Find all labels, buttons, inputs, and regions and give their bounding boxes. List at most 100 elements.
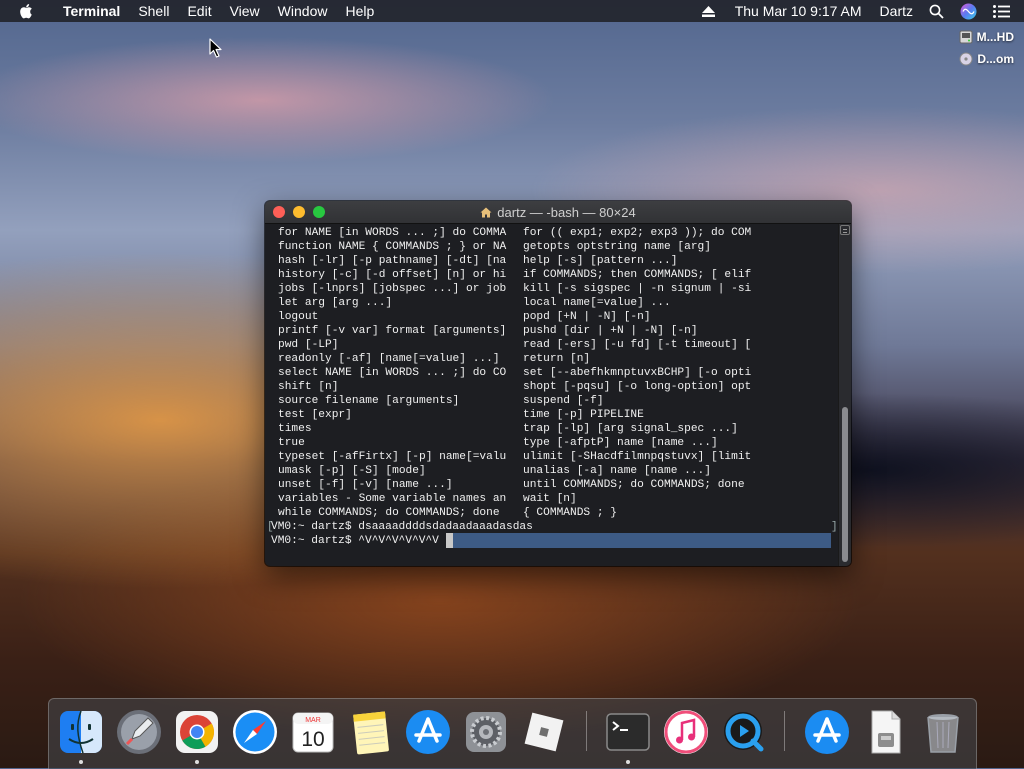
desktop-icon-label: M...HD [976, 30, 1014, 44]
dock-app-store[interactable] [404, 708, 452, 756]
menu-view[interactable]: View [221, 0, 269, 22]
home-icon [480, 207, 492, 217]
desktop-icon-disk-image[interactable]: D...om [959, 52, 1014, 66]
menu-window[interactable]: Window [269, 0, 337, 22]
terminal-line-left: pwd [-LP] [278, 339, 339, 351]
terminal-icon [606, 713, 650, 751]
menu-app-terminal[interactable]: Terminal [54, 0, 129, 22]
search-icon[interactable] [921, 4, 952, 19]
terminal-line-left: logout [278, 311, 319, 323]
terminal-line-right: unalias [-a] name [name ...] [523, 465, 711, 477]
terminal-line-right: popd [+N | -N] [-n] [523, 311, 651, 323]
terminal-line: for NAME [in WORDS ... ;] do COMMA for ((… [278, 226, 751, 240]
terminal-line: source filename [arguments] suspend [-f] [278, 394, 751, 408]
terminal-line-right: time [-p] PIPELINE [523, 409, 644, 421]
minimize-button[interactable] [293, 206, 305, 218]
mark-bracket-right: ] [831, 521, 838, 533]
scrollbar-thumb[interactable] [842, 407, 848, 562]
split-pane-icon[interactable] [840, 225, 850, 235]
terminal-line-right: ulimit [-SHacdfilmnpqstuvx] [limit [523, 451, 752, 463]
finder-icon [60, 710, 102, 754]
dock-terminal[interactable] [604, 708, 652, 764]
mark-bracket-left: [ [267, 521, 274, 533]
terminal-line: unset [-f] [-v] [name ...] until COMMANDS… [278, 478, 751, 492]
notification-center-icon[interactable] [985, 4, 1024, 18]
terminal-line-left: select NAME [in WORDS ... ;] do CO [278, 367, 507, 379]
terminal-line-left: umask [-p] [-S] [mode] [278, 465, 426, 477]
dock-trash[interactable] [919, 708, 967, 756]
prompt-line-current[interactable]: VM0:~ dartz$ ^V^V^V^V^V^V [271, 534, 439, 548]
terminal-line-left: true [278, 437, 305, 449]
terminal-line-left: for NAME [in WORDS ... ;] do COMMA [278, 227, 507, 239]
dock-notes[interactable] [347, 708, 395, 756]
terminal-line: select NAME [in WORDS ... ;] do CO set [-… [278, 366, 751, 380]
menu-edit[interactable]: Edit [178, 0, 220, 22]
window-title: dartz — -bash — 80×24 [497, 204, 636, 220]
dock-finder[interactable] [57, 708, 105, 764]
terminal-line-left: hash [-lr] [-p pathname] [-dt] [na [278, 255, 507, 267]
terminal-line: test [expr] time [-p] PIPELINE [278, 408, 751, 422]
safari-icon [233, 710, 277, 754]
terminal-line-right: local name[=value] ... [523, 297, 671, 309]
title-bar[interactable]: dartz — -bash — 80×24 [265, 201, 851, 224]
running-indicator [195, 760, 199, 764]
terminal-line-left: function NAME { COMMANDS ; } or NA [278, 241, 507, 253]
dock-safari[interactable] [231, 708, 279, 756]
terminal-line: printf [-v var] format [arguments] pushd … [278, 324, 751, 338]
dock-quicktime[interactable] [720, 708, 768, 756]
quicktime-icon [724, 712, 764, 752]
apple-menu-icon[interactable] [19, 3, 37, 19]
terminal-line: function NAME { COMMANDS ; } or NA getopt… [278, 240, 751, 254]
prompt-line: VM0:~ dartz$ dsaaaaddddsdadaadaaadasdas [271, 521, 533, 533]
dock-chrome[interactable] [173, 708, 221, 764]
menu-help[interactable]: Help [336, 0, 383, 22]
clock[interactable]: Thu Mar 10 9:17 AM [723, 0, 872, 22]
terminal-line: times trap [-lp] [arg signal_spec ...] [278, 422, 751, 436]
terminal-line-right: pushd [dir | +N | -N] [-n] [523, 325, 698, 337]
terminal-line: logout popd [+N | -N] [-n] [278, 310, 751, 324]
terminal-line-right: kill [-s sigspec | -n signum | -si [523, 283, 752, 295]
terminal-line: umask [-p] [-S] [mode] unalias [-a] name … [278, 464, 751, 478]
terminal-window[interactable]: dartz — -bash — 80×24 for NAME [in WORDS… [265, 201, 851, 566]
scrollbar[interactable] [838, 224, 851, 566]
terminal-line-right: until COMMANDS; do COMMANDS; done [523, 479, 745, 491]
terminal-line: hash [-lr] [-p pathname] [-dt] [na help [… [278, 254, 751, 268]
zoom-button[interactable] [313, 206, 325, 218]
dock-downloads-stack[interactable] [803, 708, 851, 756]
dock-document-stack[interactable] [861, 708, 909, 756]
terminal-line: true type [-afptP] name [name ...] [278, 436, 751, 450]
terminal-line-right: if COMMANDS; then COMMANDS; [ elif [523, 269, 752, 281]
hard-drive-icon [959, 30, 973, 44]
terminal-line-right: type [-afptP] name [name ...] [523, 437, 718, 449]
terminal-line: readonly [-af] [name[=value] ...] return … [278, 352, 751, 366]
terminal-line: variables - Some variable names an wait [… [278, 492, 751, 506]
calendar-month: MAR [305, 717, 321, 724]
terminal-line: pwd [-LP] read [-ers] [-u fd] [-t timeout… [278, 338, 751, 352]
itunes-icon [664, 710, 708, 754]
dock-itunes[interactable] [662, 708, 710, 756]
dock: MAR 10 [48, 698, 977, 769]
app-store-icon [406, 710, 450, 754]
roblox-icon [524, 712, 564, 752]
terminal-line-right: return [n] [523, 353, 591, 365]
terminal-line-right: suspend [-f] [523, 395, 604, 407]
close-button[interactable] [273, 206, 285, 218]
dock-roblox[interactable] [520, 708, 568, 756]
launchpad-icon [117, 710, 161, 754]
terminal-line-left: while COMMANDS; do COMMANDS; done [278, 507, 500, 519]
terminal-line-left: test [expr] [278, 409, 352, 421]
dock-launchpad[interactable] [115, 708, 163, 756]
desktop-icon-hard-drive[interactable]: M...HD [959, 30, 1014, 44]
terminal-line-left: unset [-f] [-v] [name ...] [278, 479, 453, 491]
dock-calendar[interactable]: MAR 10 [289, 708, 337, 756]
notes-icon [353, 711, 389, 755]
desktop-icon-label: D...om [977, 52, 1014, 66]
terminal-content[interactable]: for NAME [in WORDS ... ;] do COMMA for ((… [265, 224, 851, 566]
siri-icon[interactable] [952, 3, 985, 20]
trash-icon [927, 714, 959, 753]
menu-shell[interactable]: Shell [129, 0, 178, 22]
user-menu[interactable]: Dartz [872, 0, 921, 22]
terminal-line: history [-c] [-d offset] [n] or hi if COM… [278, 268, 751, 282]
dock-system-preferences[interactable] [462, 708, 510, 756]
eject-icon[interactable] [694, 5, 723, 17]
